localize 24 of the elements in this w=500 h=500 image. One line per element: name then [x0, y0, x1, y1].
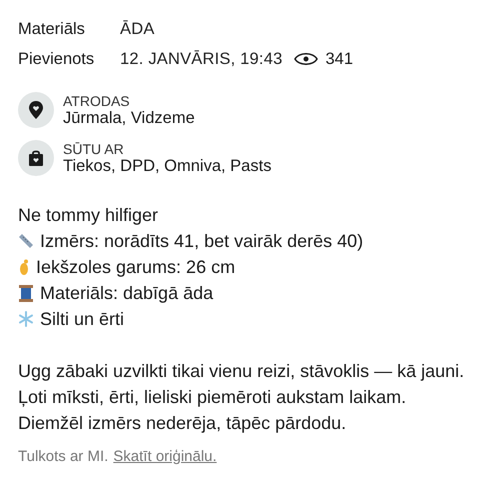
detail-label: Materiāls	[18, 20, 86, 38]
description-line: Iekšzoles garums: 26 cm	[36, 256, 236, 279]
spool-icon	[18, 284, 34, 302]
description-paragraph: Ugg zābaki uzvilkti tikai vienu reizi, stāvoklis — kā jauni. Ļoti mīksti, ērti, lieliski piemēroti aukstam laikam. Diemžēl izmērs nederēja, tāpēc pārdodu.	[18, 360, 466, 435]
info-value: Tiekos, DPD, Omniva, Pasts	[63, 156, 272, 176]
translation-note: Tulkots ar MI.	[18, 448, 108, 465]
shopping-bag-icon	[29, 150, 43, 166]
eye-icon	[294, 51, 318, 67]
view-original-link[interactable]: Skatīt oriģinālu.	[113, 448, 217, 465]
view-count: 341	[325, 50, 353, 68]
info-value: Jūrmala, Vidzeme	[63, 108, 195, 128]
info-title: SŪTU AR	[63, 140, 125, 156]
info-title: ATRODAS	[63, 92, 131, 108]
detail-value: 12. JANVĀRIS, 19:43	[120, 50, 282, 68]
description-line: Materiāls: dabīgā āda	[40, 282, 214, 305]
location-pin-icon	[29, 101, 43, 119]
foot-icon	[18, 258, 30, 276]
detail-value: ĀDA	[120, 20, 155, 38]
description-line: Izmērs: norādīts 41, bet vairāk derēs 40)	[40, 230, 364, 253]
ruler-icon	[18, 233, 34, 249]
detail-label: Pievienots	[18, 50, 96, 68]
snowflake-icon	[18, 311, 34, 327]
description-line: Silti un ērti	[40, 308, 124, 331]
description-title: Ne tommy hilfiger	[18, 204, 160, 227]
